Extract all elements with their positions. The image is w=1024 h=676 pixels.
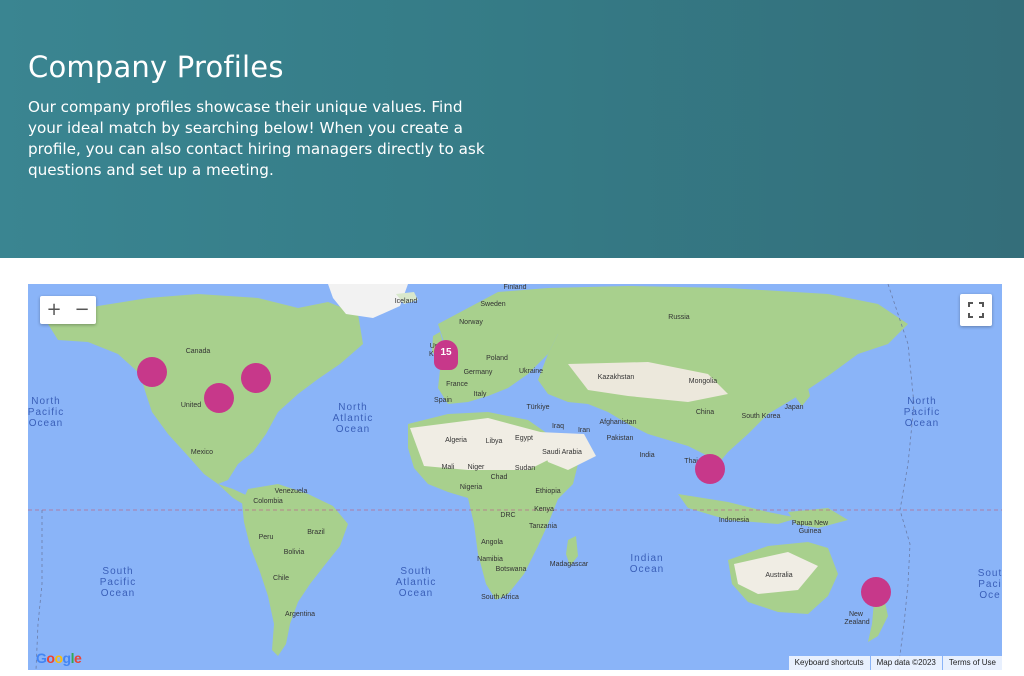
place-label: Guinea [799,528,822,535]
place-label: Chad [491,474,508,481]
place-label: France [446,381,468,388]
place-label: Russia [668,314,690,321]
place-label: Sudan [515,465,535,472]
place-label: Niger [468,464,485,471]
place-label: Botswana [496,566,527,573]
map-marker[interactable] [137,357,167,387]
ocean-label: North Pacific Ocean [904,396,940,429]
place-label: Angola [481,539,503,546]
place-label: Mexico [191,449,213,456]
ocean-label: Indian Ocean [630,553,664,575]
place-label: Kazakhstan [598,374,635,381]
place-label: Bolivia [284,549,305,556]
place-label: New [849,611,864,618]
marker-cluster[interactable]: 15 [434,340,458,370]
place-label: Brazil [307,529,325,536]
place-label: Canada [186,348,211,355]
place-label: Chile [273,575,289,582]
keyboard-shortcuts-link[interactable]: Keyboard shortcuts [788,656,870,670]
place-label: Iraq [552,423,564,430]
google-logo: Google [36,650,82,666]
place-label: Papua New [792,520,829,527]
place-label: Libya [486,438,503,445]
place-label: India [639,452,654,459]
company-map[interactable]: North Pacific Ocean North Atlantic Ocean Nor… [28,284,1002,670]
place-label: Ukraine [519,368,543,375]
place-label: China [696,409,714,416]
place-label: Norway [459,319,483,326]
map-marker[interactable] [241,363,271,393]
map-data-credit: Map data ©2023 [870,656,942,670]
terms-of-use-link[interactable]: Terms of Use [942,656,1002,670]
place-label: Kenya [534,506,554,513]
place-label: Pakistan [607,435,634,442]
page-description: Our company profiles showcase their uniq… [28,98,485,179]
zoom-out-button[interactable]: − [68,296,96,324]
ocean-label: Sout Paci Oce [978,568,1002,601]
map-marker[interactable] [204,383,234,413]
place-label: Namibia [477,556,503,563]
place-label: Argentina [285,611,315,618]
place-label: Sweden [480,301,505,308]
ocean-label: South Atlantic Ocean [396,566,437,599]
place-label: South Korea [742,413,781,420]
place-label: Spain [434,397,452,404]
ocean-label: South Pacific Ocean [100,566,136,599]
place-label: Venezuela [275,488,308,495]
place-label: Australia [765,572,792,579]
place-label: Zealand [844,619,869,626]
place-label: United [181,402,201,409]
place-label: Iceland [395,298,418,305]
map-marker[interactable] [861,577,891,607]
fullscreen-icon [968,302,984,318]
place-label: Ethiopia [535,488,560,495]
place-label: Poland [486,355,508,362]
ocean-label: North Atlantic Ocean [333,402,374,435]
ocean-label: North Pacific Ocean [28,396,64,429]
dateline-east [887,284,915,670]
place-label: Germany [464,369,493,376]
place-label: Colombia [253,498,283,505]
place-label: Saudi Arabia [542,449,582,456]
place-label: Türkiye [527,404,550,411]
place-label: Italy [474,391,487,398]
place-label: Mongolia [689,378,718,385]
place-label: Japan [784,404,803,411]
fullscreen-button[interactable] [960,294,992,326]
place-label: Madagascar [550,561,589,568]
place-label: DRC [500,512,515,519]
place-label: Tanzania [529,523,557,530]
place-label: Nigeria [460,484,482,491]
place-label: Mali [442,464,455,471]
place-label: Finland [504,284,527,291]
place-label: Afghanistan [600,419,637,426]
hero-banner: Company Profiles Our company profiles sh… [0,0,1024,258]
zoom-in-button[interactable]: + [40,296,68,324]
map-marker[interactable] [695,454,725,484]
zoom-control: + − [40,296,96,324]
map-attribution: Keyboard shortcuts Map data ©2023 Terms … [788,656,1002,670]
place-label: South Africa [481,594,519,601]
place-label: Algeria [445,437,467,444]
page-title: Company Profiles [28,50,284,84]
map-canvas[interactable]: North Pacific Ocean North Atlantic Ocean Nor… [28,284,1002,670]
dateline-west [35,510,43,670]
place-label: Indonesia [719,517,749,524]
place-label: Peru [259,534,274,541]
place-label: Egypt [515,435,533,442]
place-label: Iran [578,427,590,434]
